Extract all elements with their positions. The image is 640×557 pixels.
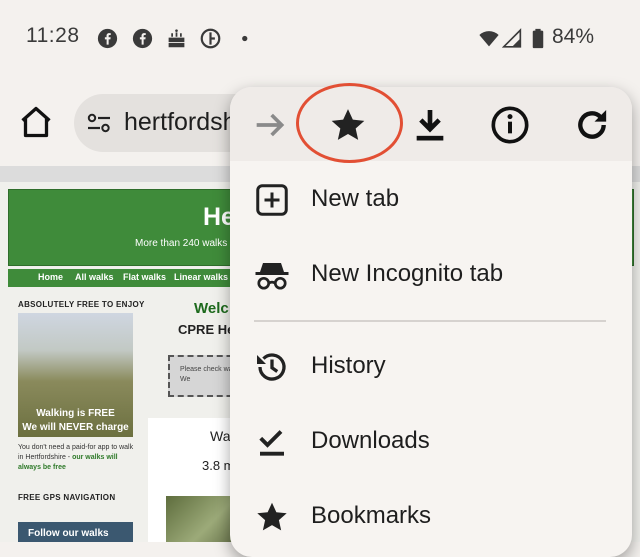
info-icon[interactable] (490, 105, 530, 145)
battery-icon (532, 28, 544, 49)
menu-item-new-incognito-tab[interactable]: New Incognito tab (230, 243, 632, 305)
menu-action-row (230, 87, 632, 161)
birthday-cake-icon (168, 29, 185, 48)
menu-label-history: History (311, 352, 386, 379)
nav-home[interactable]: Home (38, 272, 63, 282)
nav-flat-walks[interactable]: Flat walks (123, 272, 166, 282)
menu-label-bookmarks: Bookmarks (311, 502, 432, 529)
menu-item-history[interactable]: History (230, 335, 632, 397)
menu-item-bookmarks[interactable]: Bookmarks (230, 485, 632, 547)
walk-title: Wa (210, 428, 231, 444)
bookmarks-icon (257, 502, 287, 531)
download-icon[interactable] (410, 105, 450, 145)
refresh-icon[interactable] (572, 105, 612, 145)
menu-item-downloads[interactable]: Downloads (230, 410, 632, 472)
menu-divider (254, 320, 606, 322)
menu-item-new-tab[interactable]: New tab (230, 168, 632, 230)
highlight-circle (296, 83, 403, 163)
banner-subtitle: More than 240 walks in (135, 238, 238, 249)
menu-label-new-incognito-tab: New Incognito tab (311, 260, 504, 287)
facebook-icon (132, 28, 153, 49)
history-icon (257, 353, 286, 381)
sidebar-heading-free: ABSOLUTELY FREE TO ENJOY (18, 300, 145, 309)
photo-caption-2: We will NEVER charge (22, 422, 129, 433)
status-bar: 11:28 84% (0, 0, 640, 80)
incognito-icon (255, 263, 289, 290)
photo-caption-1: Walking is FREE (36, 408, 115, 419)
wifi-icon (479, 31, 499, 47)
menu-label-new-tab: New tab (311, 185, 400, 212)
cpre-heading: CPRE He (178, 322, 235, 337)
forward-icon[interactable] (250, 105, 290, 145)
sidebar-heading-gps: FREE GPS NAVIGATION (18, 493, 116, 502)
more-dot-icon (242, 35, 248, 42)
menu-label-downloads: Downloads (311, 427, 430, 454)
free-walks-text: You don't need a paid-for app to walk in… (18, 443, 138, 473)
signal-icon (502, 28, 522, 48)
overflow-menu: New tab New Incognito tab History Downlo… (230, 87, 632, 557)
walking-photo[interactable]: Walking is FREE We will NEVER charge (18, 313, 133, 437)
app-g-icon (200, 28, 221, 49)
gps-photo[interactable]: Follow our walks (18, 522, 133, 542)
home-icon[interactable] (18, 104, 54, 140)
battery-percent: 84% (552, 25, 595, 48)
site-settings-icon[interactable] (86, 111, 112, 135)
status-time: 11:28 (26, 24, 80, 47)
welcome-heading: Welc (194, 300, 229, 317)
nav-all-walks[interactable]: All walks (75, 272, 114, 282)
new-tab-icon (256, 184, 288, 216)
gps-caption: Follow our walks (28, 528, 109, 539)
downloads-icon (259, 430, 284, 456)
nav-linear-walks[interactable]: Linear walks (174, 272, 228, 282)
facebook-icon (97, 28, 118, 49)
